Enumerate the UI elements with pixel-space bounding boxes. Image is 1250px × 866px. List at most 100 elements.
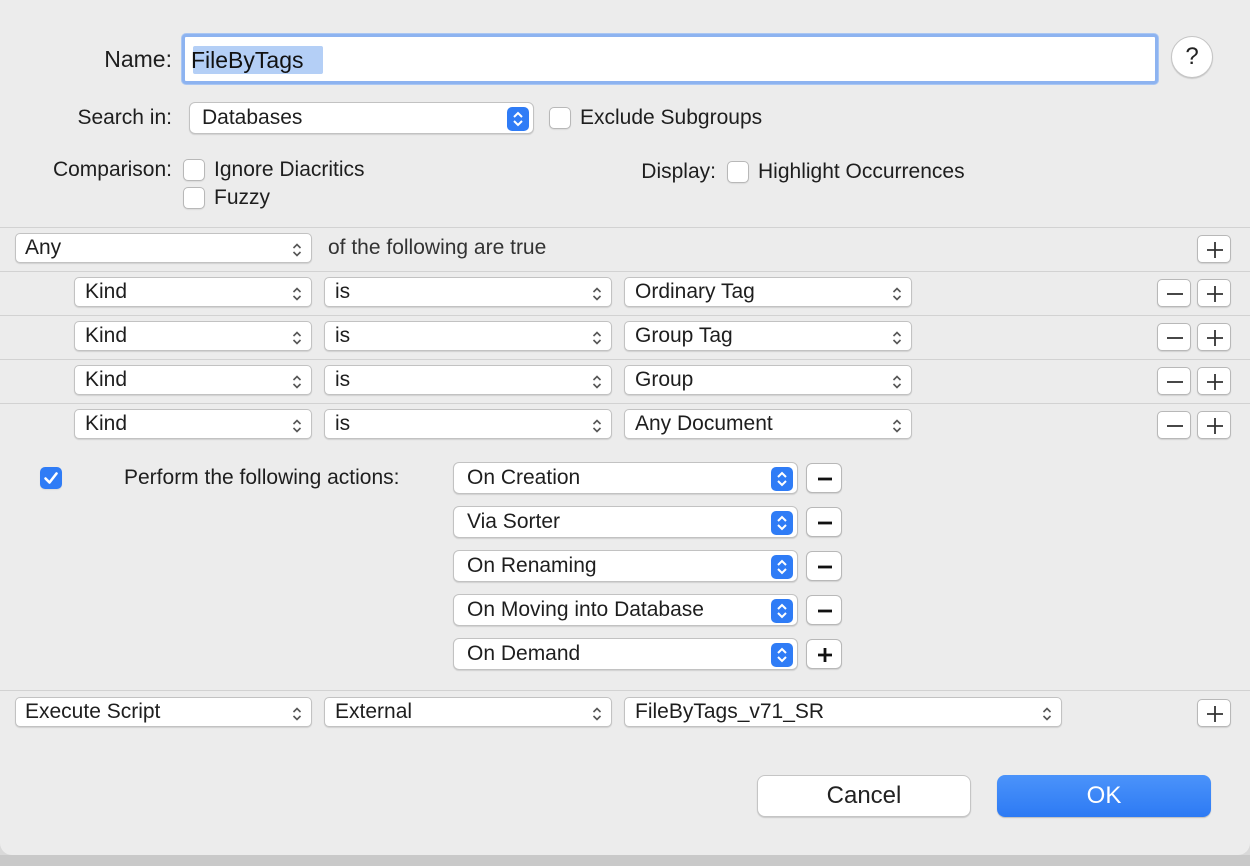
chevron-updown-icon [591,284,603,301]
trigger-value: On Moving into Database [467,598,704,621]
criterion-operator-popup[interactable]: is [324,321,612,351]
separator [0,359,1250,360]
highlight-occurrences-label: Highlight Occurrences [758,160,965,183]
trigger-popup[interactable]: Via Sorter [453,506,798,538]
trigger-popup[interactable]: On Moving into Database [453,594,798,626]
separator [0,403,1250,404]
remove-trigger-button[interactable] [806,595,842,625]
criterion-field-popup[interactable]: Kind [74,409,312,439]
separator [0,690,1250,691]
criterion-field-popup[interactable]: Kind [74,277,312,307]
chevron-updown-icon [591,372,603,389]
help-button[interactable]: ? [1171,36,1213,78]
search-in-value: Databases [202,106,303,129]
add-criterion-button[interactable] [1197,411,1231,439]
criterion-operator-popup[interactable]: is [324,409,612,439]
chevron-updown-icon [291,284,303,301]
script-file-popup[interactable]: FileByTags_v71_SR [624,697,1062,727]
chevron-updown-icon [591,704,603,721]
ok-button[interactable]: OK [997,775,1211,817]
chevron-updown-icon [291,704,303,721]
trigger-value: Via Sorter [467,510,560,533]
plus-icon [1207,286,1223,302]
add-trigger-button[interactable] [806,639,842,669]
add-criterion-button[interactable] [1197,279,1231,307]
chevron-updown-icon [291,240,303,257]
chevron-updown-icon [771,599,793,623]
criterion-field-popup[interactable]: Kind [74,365,312,395]
criterion-operator-popup[interactable]: is [324,365,612,395]
criterion-operator-value: is [335,324,351,347]
chevron-updown-icon [1041,704,1053,721]
add-criterion-button[interactable] [1197,367,1231,395]
action-type-value: Execute Script [25,700,161,723]
chevron-updown-icon [771,643,793,667]
chevron-updown-icon [771,555,793,579]
trigger-popup[interactable]: On Creation [453,462,798,494]
script-source-value: External [335,700,413,723]
match-value: Any [25,236,62,259]
script-source-popup[interactable]: External [324,697,612,727]
plus-icon [1207,706,1223,722]
chevron-updown-icon [591,416,603,433]
chevron-updown-icon [291,416,303,433]
criterion-operator-popup[interactable]: is [324,277,612,307]
chevron-updown-icon [291,328,303,345]
criterion-field-value: Kind [85,368,128,391]
chevron-updown-icon [891,284,903,301]
trigger-popup[interactable]: On Demand [453,638,798,670]
smart-rule-dialog: Name: ? Search in: Databases Exclude Sub… [0,0,1250,855]
perform-actions-checkbox[interactable] [40,467,62,489]
separator [0,227,1250,228]
chevron-updown-icon [771,467,793,491]
match-popup[interactable]: Any [15,233,312,263]
plus-icon [1207,374,1223,390]
script-file-value: FileByTags_v71_SR [635,700,825,723]
criterion-field-value: Kind [85,412,128,435]
separator [0,271,1250,272]
minus-icon [1167,381,1183,383]
remove-criterion-button[interactable] [1157,411,1191,439]
search-in-popup[interactable]: Databases [189,102,534,134]
trigger-value: On Demand [467,642,581,665]
criterion-field-popup[interactable]: Kind [74,321,312,351]
remove-criterion-button[interactable] [1157,323,1191,351]
criterion-operator-value: is [335,412,351,435]
remove-trigger-button[interactable] [806,463,842,493]
fuzzy-checkbox[interactable] [183,187,205,209]
name-field[interactable] [182,34,1158,84]
perform-actions-label: Perform the following actions: [124,466,400,489]
add-action-button[interactable] [1197,699,1231,727]
exclude-subgroups-checkbox[interactable] [549,107,571,129]
criterion-value-popup[interactable]: Group [624,365,912,395]
highlight-occurrences-checkbox[interactable] [727,161,749,183]
action-type-popup[interactable]: Execute Script [15,697,312,727]
ignore-diacritics-checkbox[interactable] [183,159,205,181]
exclude-subgroups-label: Exclude Subgroups [580,106,763,129]
match-suffix-label: of the following are true [328,236,547,259]
add-criterion-button[interactable] [1197,235,1231,263]
trigger-value: On Renaming [467,554,597,577]
remove-criterion-button[interactable] [1157,279,1191,307]
criterion-field-value: Kind [85,324,128,347]
criterion-value: Any Document [635,412,773,435]
name-input[interactable] [191,45,1131,75]
window-background [0,855,1250,866]
chevron-updown-icon [891,328,903,345]
add-criterion-button[interactable] [1197,323,1231,351]
fuzzy-label: Fuzzy [214,186,271,209]
chevron-updown-icon [291,372,303,389]
criterion-value: Ordinary Tag [635,280,755,303]
remove-trigger-button[interactable] [806,507,842,537]
trigger-popup[interactable]: On Renaming [453,550,798,582]
criterion-value-popup[interactable]: Group Tag [624,321,912,351]
criterion-operator-value: is [335,280,351,303]
ignore-diacritics-label: Ignore Diacritics [214,158,365,181]
cancel-button[interactable]: Cancel [757,775,971,817]
criterion-value-popup[interactable]: Ordinary Tag [624,277,912,307]
criterion-value-popup[interactable]: Any Document [624,409,912,439]
minus-icon [1167,337,1183,339]
remove-criterion-button[interactable] [1157,367,1191,395]
remove-trigger-button[interactable] [806,551,842,581]
checkmark-icon [44,472,58,484]
